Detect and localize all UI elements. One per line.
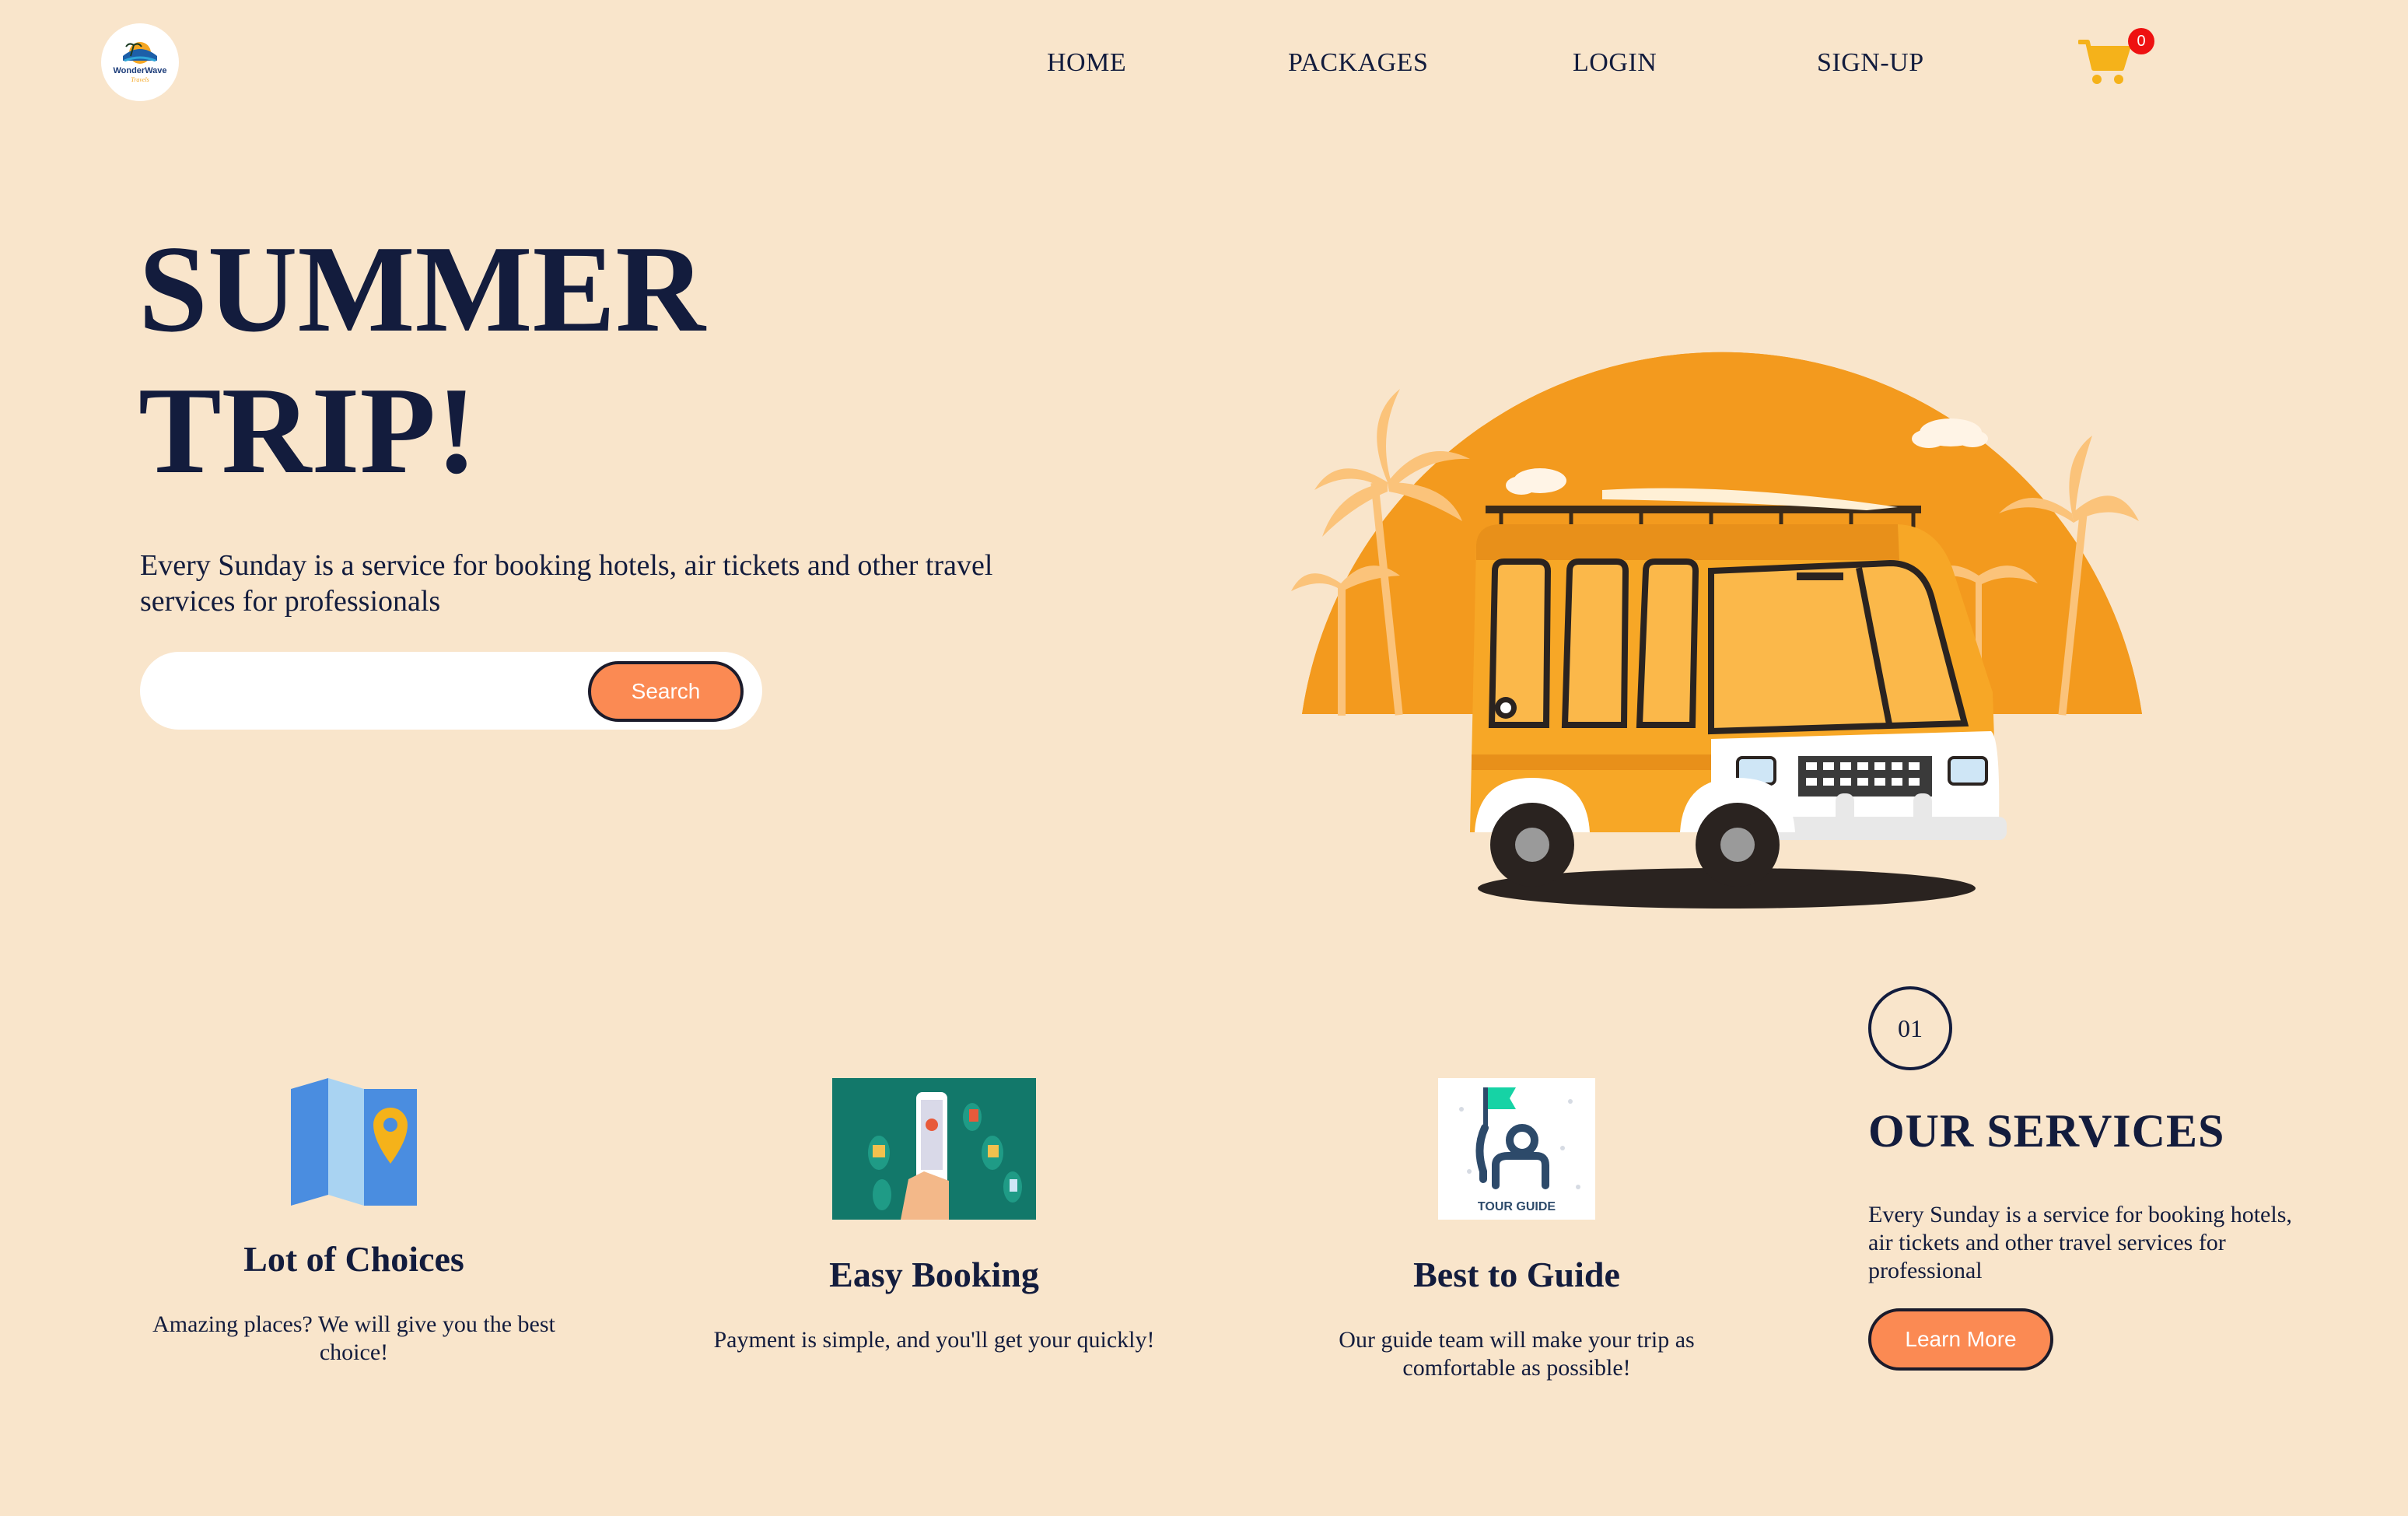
nav-login[interactable]: LOGIN	[1573, 48, 1657, 78]
feature-card-guide: TOUR GUIDE Best to Guide Our guide team …	[1276, 1078, 1758, 1382]
shopping-cart-icon[interactable]	[2077, 37, 2131, 87]
nav-signup[interactable]: SIGN-UP	[1817, 48, 1924, 78]
hero-title-line-2: TRIP!	[138, 361, 478, 499]
feature-title: Easy Booking	[829, 1255, 1039, 1294]
map-pin-icon	[291, 1078, 417, 1206]
services-title: OUR SERVICES	[1868, 1105, 2225, 1157]
brand-logo[interactable]: WonderWave Travels	[101, 23, 179, 101]
tour-guide-icon: TOUR GUIDE	[1438, 1078, 1595, 1220]
feature-description: Payment is simple, and you'll get your q…	[713, 1327, 1155, 1353]
feature-title: Best to Guide	[1413, 1255, 1620, 1294]
logo-text: WonderWave	[113, 66, 166, 75]
hero-description: Every Sunday is a service for booking ho…	[140, 549, 993, 618]
search-bar: Search	[140, 652, 762, 730]
tour-guide-label: TOUR GUIDE	[1478, 1200, 1556, 1213]
learn-more-button[interactable]: Learn More	[1868, 1308, 2053, 1371]
logo-subtext: Travels	[131, 76, 149, 83]
feature-description: Amazing places? We will give you the bes…	[152, 1311, 555, 1365]
feature-card-choices: Lot of Choices Amazing places? We will g…	[109, 1078, 599, 1367]
feature-title: Lot of Choices	[243, 1239, 464, 1279]
logo-mark-icon: WonderWave Travels	[113, 42, 167, 83]
nav-packages[interactable]: PACKAGES	[1288, 48, 1428, 78]
hero-title: SUMMER TRIP!	[138, 218, 994, 501]
search-input[interactable]	[171, 667, 560, 714]
hero-title-line-1: SUMMER	[138, 219, 705, 358]
step-number-badge: 01	[1868, 986, 1952, 1070]
services-description: Every Sunday is a service for booking ho…	[1868, 1202, 2292, 1283]
phone-booking-icon	[832, 1078, 1036, 1220]
feature-card-booking: Easy Booking Payment is simple, and you'…	[674, 1078, 1195, 1354]
cart-count-badge: 0	[2128, 28, 2154, 54]
search-button[interactable]: Search	[588, 661, 744, 722]
nav-home[interactable]: HOME	[1047, 48, 1126, 78]
feature-description: Our guide team will make your trip as co…	[1339, 1327, 1695, 1381]
van-beach-illustration	[1291, 352, 2142, 909]
